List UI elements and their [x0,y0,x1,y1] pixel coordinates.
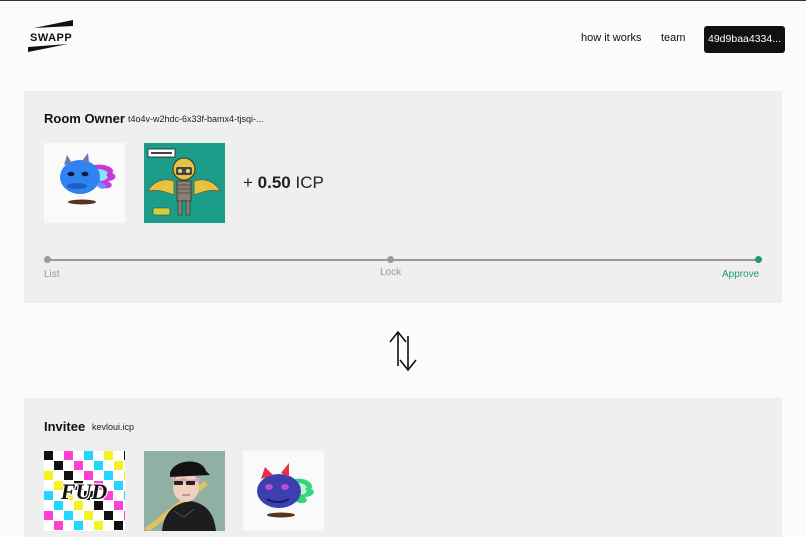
invitee-nft-fud[interactable]: FUD [44,451,125,531]
blue-creature-variant-image [257,463,314,518]
wallet-button[interactable]: 49d9baa4334... [704,26,785,53]
invitee-name: kevloui.icp [92,422,135,432]
top-border [0,0,806,1]
nav-how-it-works[interactable]: how it works [581,32,642,44]
room-owner-title: Room Owner [44,111,125,126]
swapp-logo[interactable]: SWAPP [28,20,76,54]
blue-creature-image [60,153,116,205]
anime-character-image [144,451,225,531]
owner-nft-blue-creature[interactable] [44,143,125,223]
room-owner-card: Room Owner t4o4v-w2hdc-6x33f-bamx4-tjsqi… [24,91,782,303]
step-dot-lock [387,256,394,263]
step-dot-list [44,256,51,263]
swap-arrows-icon [388,330,418,372]
fud-text: FUD [60,479,108,504]
logo-text: SWAPP [30,32,73,44]
progress-track [46,259,759,261]
invitee-title: Invitee [44,419,86,434]
icp-prefix: + [243,173,258,192]
invitee-nft-anime[interactable] [144,451,225,531]
icp-value: 0.50 [257,173,291,192]
owner-nft-winged-robot[interactable] [144,143,225,223]
icp-unit: ICP [295,173,324,192]
invitee-card: Invitee kevloui.icp FUD [24,398,782,537]
step-dot-approve [755,256,762,263]
invitee-nft-blue-creature[interactable] [243,451,324,531]
step-label-approve: Approve [722,269,760,280]
step-label-lock: Lock [380,267,402,278]
icp-offer: + 0.50 ICP [243,173,324,193]
step-label-list: List [44,269,60,280]
nav-team[interactable]: team [661,32,685,44]
winged-robot-image [147,148,221,216]
owner-principal: t4o4v-w2hdc-6x33f-bamx4-tjsqi-... [128,114,264,124]
fud-grid-image: FUD [44,451,125,530]
